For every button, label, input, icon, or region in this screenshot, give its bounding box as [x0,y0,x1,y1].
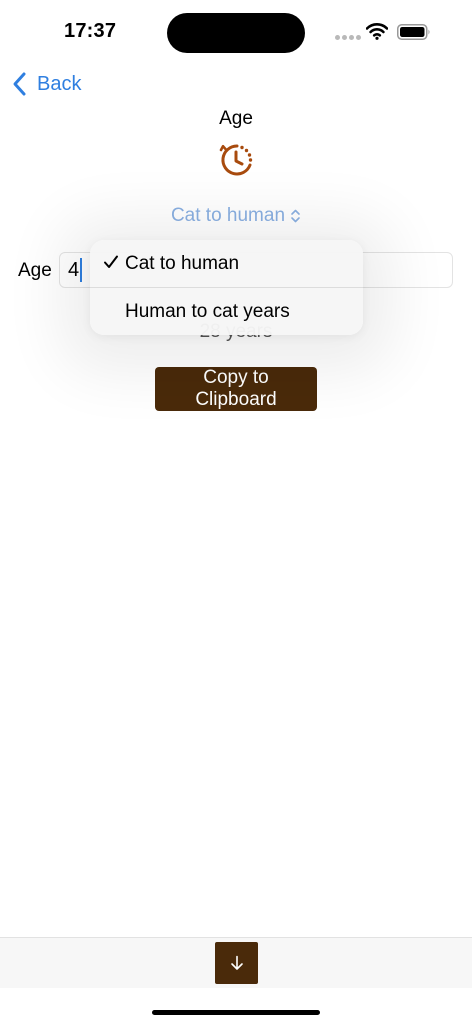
wifi-icon [366,23,388,40]
menu-item-label: Human to cat years [125,300,290,322]
mode-dropdown-menu: Cat to human Human to cat years [90,240,363,335]
arrow-down-icon [230,955,243,970]
text-caret [80,258,83,282]
mode-picker[interactable]: Cat to human [0,203,472,229]
dynamic-island [167,13,305,53]
status-bar: 17:37 [0,0,472,60]
page-title: Age [219,108,253,129]
back-button[interactable]: Back [12,70,81,98]
mode-picker-label: Cat to human [170,205,286,226]
home-indicator [152,1010,320,1015]
age-label: Age [18,260,52,281]
chevron-updown-icon [291,209,300,223]
clock-rotate-icon [219,144,253,176]
bottom-toolbar [0,937,472,988]
battery-icon [397,24,430,40]
status-time: 17:37 [64,20,117,42]
menu-item-cat-to-human[interactable]: Cat to human [90,240,363,287]
checkmark-icon [104,255,118,268]
signal-dots-icon [335,35,361,41]
chevron-left-icon [13,72,26,96]
back-label: Back [37,72,82,95]
download-button[interactable] [215,942,258,984]
menu-item-human-to-cat-years[interactable]: Human to cat years [90,288,363,335]
age-input-value: 4 [68,258,80,281]
menu-item-label: Cat to human [125,252,240,274]
app-screen: 17:37 Back Age Cat to human Age 4 Copy t… [0,0,472,1024]
copy-to-clipboard-button[interactable]: Copy to Clipboard [155,367,317,411]
